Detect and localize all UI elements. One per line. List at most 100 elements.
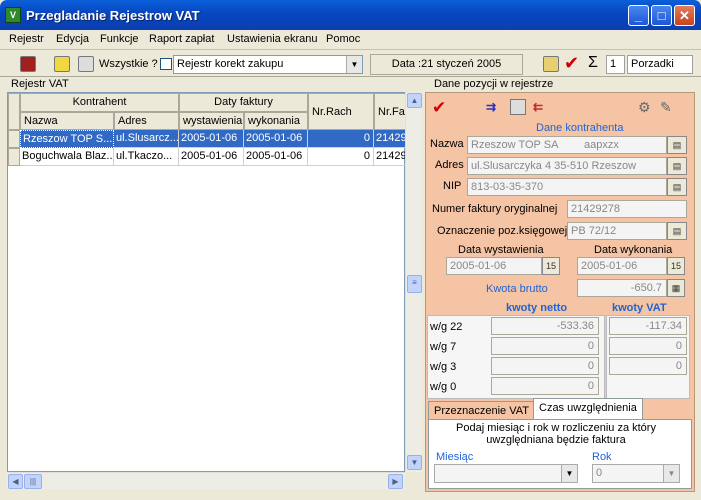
year-select[interactable]: 0 ▼ <box>592 464 680 483</box>
name-code: aapxzx <box>584 139 619 151</box>
vat-amount-field[interactable]: 0 <box>609 357 687 375</box>
confirm-check-icon[interactable]: ✔ <box>564 53 579 73</box>
scroll-down-icon[interactable]: ▼ <box>407 455 422 470</box>
table-row-cell[interactable]: Boguchwala Blaz... <box>20 148 114 166</box>
table-row-cell[interactable]: 2005-01-06 <box>244 148 308 166</box>
move-left-icon[interactable]: ⇇ <box>533 100 543 114</box>
month-label: Miesiąc <box>436 451 474 463</box>
tab-time-period[interactable]: Czas uwzględnienia <box>533 398 643 419</box>
net-amount-field[interactable]: -533.36 <box>491 317 599 335</box>
vat-app-icon: V <box>5 7 21 23</box>
table-row-cell[interactable]: 0 <box>308 130 374 148</box>
address-field[interactable]: ul.Slusarczyka 4 35-510 Rzeszow <box>467 157 667 175</box>
menu-ustawienia-ekranu[interactable]: Ustawienia ekranu <box>227 33 318 45</box>
h-scroll-thumb[interactable]: ||| <box>24 474 42 489</box>
scroll-right-icon[interactable]: ▶ <box>388 474 403 489</box>
book-entry-label: Oznaczenie poz.księgowej <box>437 225 568 237</box>
table-row-cell[interactable]: 21429 <box>374 130 406 148</box>
nip-field[interactable]: 813-03-35-370 <box>467 178 667 196</box>
header-group-invoice-dates: Daty faktury <box>179 93 308 112</box>
details-title: Dane pozycji w rejestrze <box>434 78 554 90</box>
chevron-down-icon[interactable]: ▼ <box>663 465 679 482</box>
rate-label: w/g 0 <box>430 381 457 393</box>
issue-date-field[interactable]: 2005-01-06 <box>446 257 542 275</box>
column-header-name[interactable]: Nazwa <box>20 112 114 130</box>
edit-pencil-icon[interactable]: ✎ <box>660 99 672 116</box>
scroll-left-icon[interactable]: ◀ <box>8 474 23 489</box>
horizontal-scrollbar[interactable]: ◀ ||| ▶ <box>7 472 405 489</box>
menu-pomoc[interactable]: Pomoc <box>326 33 360 45</box>
minimize-button[interactable]: _ <box>628 5 649 26</box>
chevron-down-icon[interactable]: ▼ <box>346 56 362 73</box>
column-header-nr-fak[interactable]: Nr.Fak <box>374 93 406 130</box>
register-grid[interactable]: Kontrahent Daty faktury Nazwa Adres wyst… <box>7 92 406 472</box>
date-display: Data :21 styczeń 2005 <box>370 54 523 75</box>
table-row-cell[interactable]: 21429 <box>374 148 406 166</box>
issue-calendar-icon[interactable]: 15 <box>542 257 560 275</box>
register-combo[interactable]: Rejestr korekt zakupu ▼ <box>173 55 363 74</box>
number-field[interactable]: 1 <box>606 55 625 74</box>
menu-rejestr[interactable]: Rejestr <box>9 33 44 45</box>
move-right-icon[interactable]: ⇉ <box>486 100 496 114</box>
row-header[interactable] <box>8 130 20 148</box>
register-title: Rejestr VAT <box>11 78 69 90</box>
all-checkbox[interactable] <box>160 58 172 70</box>
confirm-check-icon[interactable]: ✔ <box>432 98 446 118</box>
column-header-issued[interactable]: wystawienia <box>179 112 244 130</box>
calculator-icon[interactable]: ▦ <box>667 279 685 297</box>
perform-calendar-icon[interactable]: 15 <box>667 257 685 275</box>
address-lookup-icon[interactable]: ▤ <box>667 157 687 175</box>
menu-funkcje[interactable]: Funkcje <box>100 33 139 45</box>
column-header-address[interactable]: Adres <box>114 112 179 130</box>
month-select[interactable]: ▼ <box>434 464 578 483</box>
vertical-scrollbar[interactable]: ▲ ≡ ▼ <box>405 92 422 472</box>
close-button[interactable]: ✕ <box>674 5 695 26</box>
tab-vat-purpose[interactable]: Przeznaczenie VAT <box>428 401 535 420</box>
original-invoice-field[interactable]: 21429278 <box>567 200 687 218</box>
nip-lookup-icon[interactable]: ▤ <box>667 178 687 196</box>
vat-amount-field[interactable]: -117.34 <box>609 317 687 335</box>
net-amounts-header: kwoty netto <box>506 302 568 314</box>
exit-door-icon[interactable] <box>20 56 36 72</box>
scroll-up-icon[interactable]: ▲ <box>407 93 422 108</box>
document-icon[interactable] <box>510 99 526 115</box>
nip-label: NIP <box>443 180 462 192</box>
net-amount-field[interactable]: 0 <box>491 357 599 375</box>
table-row-cell[interactable]: ul.Slusarcz... <box>114 130 179 148</box>
menu-edycja[interactable]: Edycja <box>56 33 89 45</box>
gross-amount-field[interactable]: -650.7 <box>577 279 667 297</box>
book-entry-field[interactable]: PB 72/12 <box>567 222 667 240</box>
table-row-cell[interactable]: 2005-01-06 <box>244 130 308 148</box>
perform-date-field[interactable]: 2005-01-06 <box>577 257 667 275</box>
maximize-button[interactable]: □ <box>651 5 672 26</box>
gross-amount-label: Kwota brutto <box>486 283 548 295</box>
table-row-cell[interactable]: 0 <box>308 148 374 166</box>
menu-raport-zaplat[interactable]: Raport zapłat <box>149 33 214 45</box>
row-header[interactable] <box>8 148 20 166</box>
vat-amount-field[interactable]: 0 <box>609 337 687 355</box>
contractor-data-header: Dane kontrahenta <box>536 122 624 134</box>
net-amount-field[interactable]: 0 <box>491 377 599 395</box>
all-label: Wszystkie ? <box>99 58 158 70</box>
sum-icon[interactable]: Σ <box>588 54 598 72</box>
settings-icon[interactable]: ⚙ <box>638 99 651 116</box>
scroll-thumb[interactable]: ≡ <box>407 275 422 293</box>
column-header-nr-rach[interactable]: Nr.Rach <box>308 93 374 130</box>
table-row-cell[interactable]: 2005-01-06 <box>179 130 244 148</box>
table-row-cell[interactable]: Rzeszow TOP S... <box>20 130 114 148</box>
printer-icon[interactable] <box>78 56 94 72</box>
year-value: 0 <box>596 467 603 479</box>
book-entry-lookup-icon[interactable]: ▤ <box>667 222 687 240</box>
vat-amounts-header: kwoty VAT <box>612 302 667 314</box>
name-field[interactable]: Rzeszow TOP SA aapxzx <box>467 136 667 154</box>
name-lookup-icon[interactable]: ▤ <box>667 136 687 154</box>
notepad-icon[interactable] <box>54 56 70 72</box>
period-note: Podaj miesiąc i rok w rozliczeniu za któ… <box>456 422 656 446</box>
table-row-cell[interactable]: ul.Tkaczo... <box>114 148 179 166</box>
column-header-performed[interactable]: wykonania <box>244 112 308 130</box>
sort-field[interactable]: Porzadki <box>627 55 693 74</box>
export-icon[interactable] <box>543 56 559 72</box>
chevron-down-icon[interactable]: ▼ <box>561 465 577 482</box>
net-amount-field[interactable]: 0 <box>491 337 599 355</box>
table-row-cell[interactable]: 2005-01-06 <box>179 148 244 166</box>
